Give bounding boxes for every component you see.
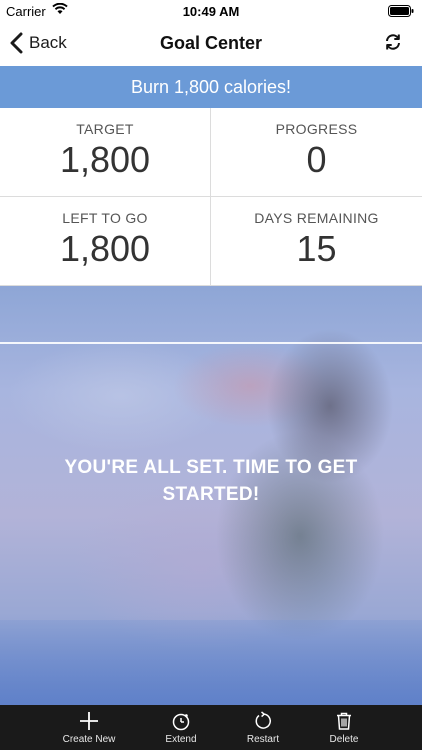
stat-label: PROGRESS xyxy=(275,121,358,137)
stat-value: 1,800 xyxy=(59,228,151,269)
stat-label: TARGET xyxy=(76,121,134,137)
create-new-button[interactable]: Create New xyxy=(53,705,125,750)
stat-label: LEFT TO GO xyxy=(62,210,148,226)
progress-line xyxy=(0,342,422,344)
extend-label: Extend xyxy=(165,734,197,745)
stopwatch-icon xyxy=(172,713,190,731)
refresh-icon xyxy=(386,34,400,50)
delete-button[interactable]: Delete xyxy=(308,705,380,750)
stat-value: 1,800 xyxy=(59,139,151,180)
stat-value: 15 xyxy=(296,228,337,269)
motivation-message: YOU'RE ALL SET. TIME TO GET STARTED! xyxy=(64,457,358,505)
pool-water xyxy=(0,620,422,705)
restart-label: Restart xyxy=(246,734,280,745)
hero-background-image: YOU'RE ALL SET. TIME TO GET STARTED! xyxy=(0,286,422,705)
stat-label: DAYS REMAINING xyxy=(254,210,379,226)
stats-grid: TARGET 1,800 PROGRESS 0 LEFT TO GO 1,800… xyxy=(0,108,422,286)
delete-label: Delete xyxy=(329,734,359,745)
create-new-label: Create New xyxy=(62,734,116,745)
page-title: Goal Center xyxy=(159,33,263,53)
stat-days-remaining: DAYS REMAINING 15 xyxy=(211,197,422,286)
stat-value: 0 xyxy=(306,139,327,180)
navigation-bar: Back Goal Center xyxy=(0,22,422,67)
goal-banner: Burn 1,800 calories! xyxy=(0,66,422,108)
status-bar: Carrier 10:49 AM xyxy=(0,0,422,22)
stat-progress: PROGRESS 0 xyxy=(211,108,422,197)
trash-icon xyxy=(337,712,351,730)
restart-icon xyxy=(255,711,271,729)
extend-button[interactable]: Extend xyxy=(145,705,217,750)
stat-target: TARGET 1,800 xyxy=(0,108,211,197)
status-time: 10:49 AM xyxy=(182,4,240,19)
restart-button[interactable]: Restart xyxy=(227,705,299,750)
stat-left-to-go: LEFT TO GO 1,800 xyxy=(0,197,211,286)
refresh-button[interactable] xyxy=(384,33,402,56)
battery-icon xyxy=(388,5,414,20)
bottom-toolbar: Create New Extend Restart Delete xyxy=(0,705,422,750)
plus-icon xyxy=(80,712,98,730)
